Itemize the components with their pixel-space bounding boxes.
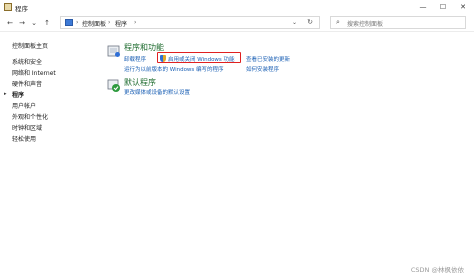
breadcrumb-programs[interactable]: 程序	[115, 19, 127, 28]
default-programs-icon	[107, 79, 120, 92]
breadcrumb-separator: ›	[134, 19, 137, 26]
control-panel-app-icon	[4, 3, 12, 11]
forward-button[interactable]: →	[17, 17, 27, 28]
programs-features-icon	[107, 45, 120, 57]
window-title: 程序	[15, 5, 28, 13]
uninstall-program-link[interactable]: 卸载程序	[124, 55, 146, 63]
breadcrumb-control-panel[interactable]: 控制面板	[82, 19, 106, 28]
maximize-button[interactable]: ☐	[436, 2, 450, 12]
current-page-indicator-icon: ▸	[4, 91, 7, 97]
sidebar-item-hardware-sound[interactable]: 硬件和声音	[12, 79, 42, 88]
minimize-button[interactable]: —	[416, 2, 430, 12]
breadcrumb-separator: ›	[76, 19, 79, 26]
sidebar-item-control-panel-home[interactable]: 控制面板主页	[12, 41, 48, 50]
address-field[interactable]: › 控制面板 › 程序 › ⌄ ↻	[60, 16, 320, 29]
section-title-default-programs[interactable]: 默认程序	[124, 77, 156, 88]
address-bar: ← → ⌄ ↑ › 控制面板 › 程序 › ⌄ ↻ ⌕ 搜索控制面板	[0, 14, 474, 32]
sidebar: 控制面板主页 系统和安全 网络和 Internet 硬件和声音 ▸ 程序 用户帐…	[0, 32, 95, 232]
sidebar-item-programs[interactable]: 程序	[12, 90, 24, 99]
back-button[interactable]: ←	[5, 17, 15, 28]
view-installed-updates-link[interactable]: 查看已安装的更新	[246, 55, 290, 63]
change-media-defaults-link[interactable]: 更改媒体或设备的默认设置	[124, 88, 190, 96]
chevron-down-icon[interactable]: ⌄	[292, 19, 297, 26]
search-input[interactable]: ⌕ 搜索控制面板	[330, 16, 466, 29]
sidebar-item-user-accounts[interactable]: 用户帐户	[12, 101, 36, 110]
title-bar: 程序 — ☐ ✕	[0, 0, 474, 14]
watermark: CSDN @林枫依依	[410, 266, 464, 274]
sidebar-item-clock-region[interactable]: 时钟和区域	[12, 123, 42, 132]
highlight-box	[157, 52, 241, 63]
close-button[interactable]: ✕	[456, 2, 470, 12]
control-panel-icon	[65, 19, 73, 26]
sidebar-item-system-security[interactable]: 系统和安全	[12, 57, 42, 66]
sidebar-item-appearance[interactable]: 外观和个性化	[12, 112, 48, 121]
refresh-icon[interactable]: ↻	[307, 18, 313, 26]
up-button[interactable]: ↑	[42, 17, 52, 28]
sidebar-item-ease-of-access[interactable]: 轻松使用	[12, 134, 36, 143]
breadcrumb-separator: ›	[108, 19, 111, 26]
search-icon: ⌕	[336, 18, 340, 26]
search-placeholder: 搜索控制面板	[347, 21, 384, 28]
run-older-programs-link[interactable]: 运行为以前版本的 Windows 编写的程序	[124, 65, 224, 73]
recent-locations-button[interactable]: ⌄	[29, 17, 39, 28]
sidebar-item-network[interactable]: 网络和 Internet	[12, 68, 56, 77]
how-to-install-link[interactable]: 如何安装程序	[246, 65, 279, 73]
